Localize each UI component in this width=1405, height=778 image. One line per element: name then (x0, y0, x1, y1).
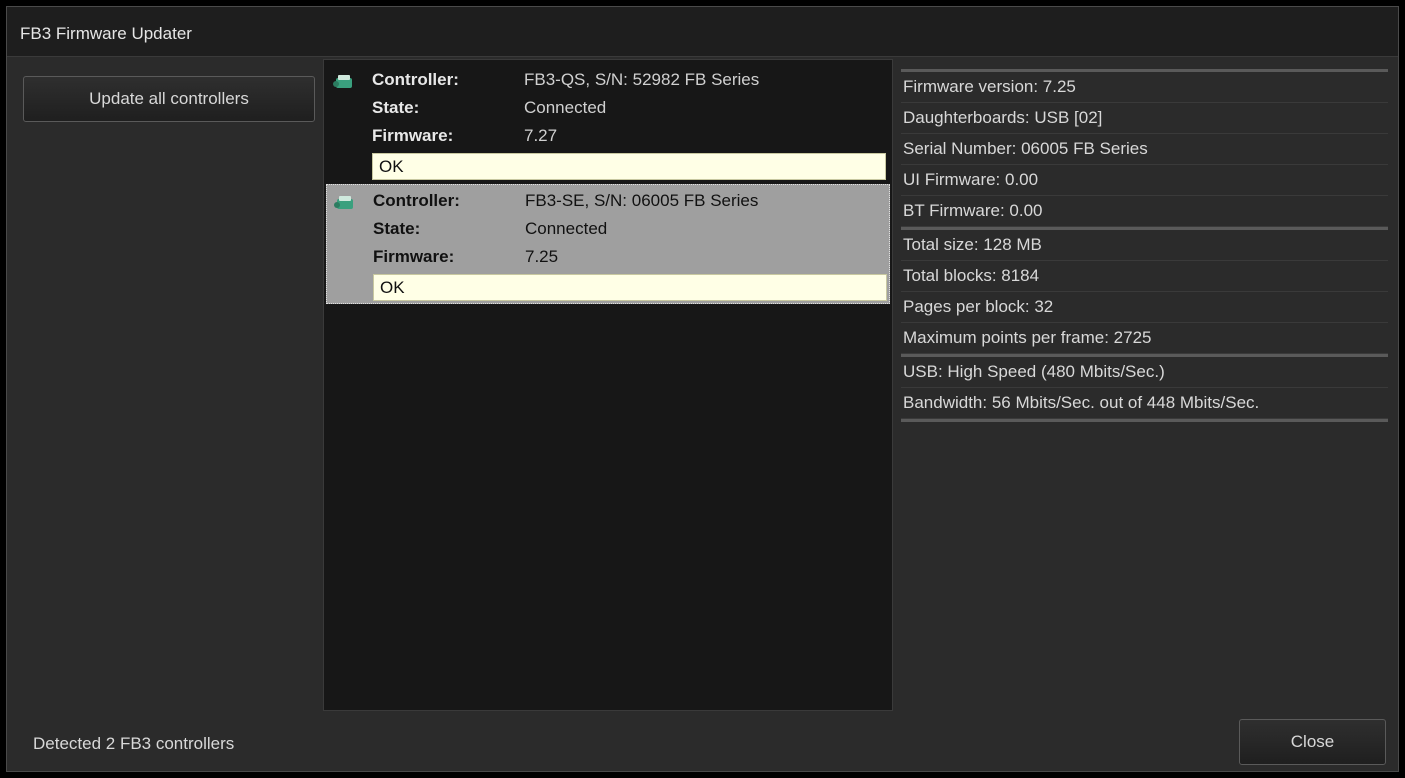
controller-device-icon (334, 196, 353, 209)
controller-value: FB3-QS, S/N: 52982 FB Series (524, 70, 760, 89)
controller-details-panel: Firmware version: 7.25 Daughterboards: U… (901, 69, 1388, 422)
controller-label: Controller: (372, 70, 459, 89)
close-button[interactable]: Close (1239, 719, 1386, 765)
bandwidth-row: Bandwidth: 56 Mbits/Sec. out of 448 Mbit… (901, 388, 1388, 419)
controller-value: FB3-SE, S/N: 06005 FB Series (525, 191, 759, 210)
firmware-label: Firmware: (373, 247, 455, 266)
daughterboards-row: Daughterboards: USB [02] (901, 103, 1388, 134)
firmware-value: 7.27 (524, 126, 558, 145)
firmware-version-row: Firmware version: 7.25 (901, 72, 1388, 103)
controller-list[interactable]: Controller: FB3-QS, S/N: 52982 FB Series… (323, 59, 893, 711)
controller-device-icon (333, 75, 352, 88)
state-value: Connected (524, 98, 607, 117)
controller-status-bar: OK (373, 274, 887, 301)
firmware-updater-window: FB3 Firmware Updater Update all controll… (6, 6, 1399, 772)
controller-item[interactable]: Controller: FB3-QS, S/N: 52982 FB Series… (326, 64, 890, 184)
total-size-row: Total size: 128 MB (901, 230, 1388, 261)
detection-status-text: Detected 2 FB3 controllers (33, 734, 235, 753)
group-divider (901, 419, 1388, 422)
usb-speed-row: USB: High Speed (480 Mbits/Sec.) (901, 357, 1388, 388)
max-points-per-frame-row: Maximum points per frame: 2725 (901, 323, 1388, 354)
title-bar: FB3 Firmware Updater (7, 7, 1398, 57)
ui-firmware-row: UI Firmware: 0.00 (901, 165, 1388, 196)
total-blocks-row: Total blocks: 8184 (901, 261, 1388, 292)
firmware-value: 7.25 (525, 247, 559, 266)
update-all-controllers-button[interactable]: Update all controllers (23, 76, 315, 122)
state-value: Connected (525, 219, 608, 238)
window-title: FB3 Firmware Updater (20, 24, 192, 43)
controller-item-selected[interactable]: Controller: FB3-SE, S/N: 06005 FB Series… (326, 184, 890, 304)
pages-per-block-row: Pages per block: 32 (901, 292, 1388, 323)
bt-firmware-row: BT Firmware: 0.00 (901, 196, 1388, 227)
firmware-label: Firmware: (372, 126, 454, 145)
state-label: State: (372, 98, 420, 117)
state-label: State: (373, 219, 421, 238)
controller-status-bar: OK (372, 153, 886, 180)
controller-label: Controller: (373, 191, 460, 210)
serial-number-row: Serial Number: 06005 FB Series (901, 134, 1388, 165)
